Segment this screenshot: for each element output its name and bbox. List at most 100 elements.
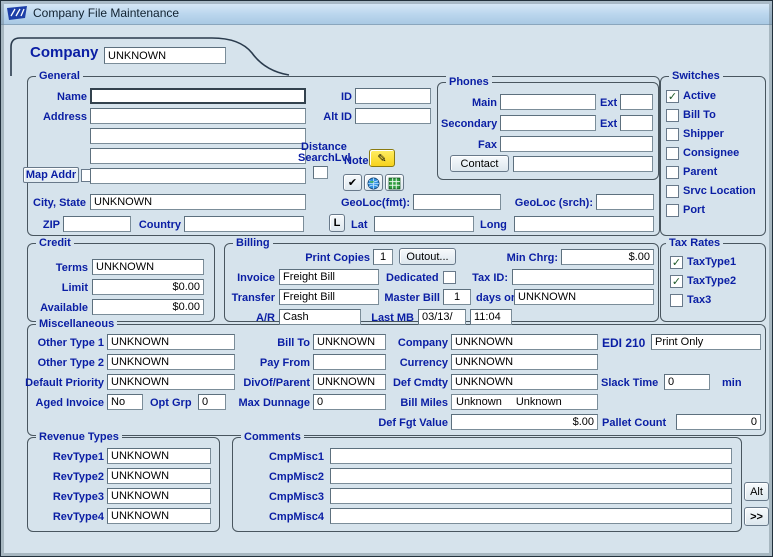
phone-main-input[interactable] [500, 94, 596, 110]
address-input-3[interactable] [90, 148, 306, 164]
globe-icon[interactable] [364, 174, 383, 191]
contact-input[interactable] [513, 156, 653, 172]
last-mb-date[interactable] [418, 309, 466, 325]
divof-parent-input[interactable] [313, 374, 386, 390]
edi210-input[interactable] [651, 334, 761, 350]
grid-map-icon[interactable] [385, 174, 404, 191]
zip-input[interactable] [63, 216, 131, 232]
long-input[interactable] [514, 216, 654, 232]
opt-grp-label: Opt Grp [150, 397, 192, 410]
tax3-checkbox[interactable] [670, 294, 683, 307]
terms-input[interactable] [92, 259, 204, 275]
pallet-count-input[interactable] [676, 414, 761, 430]
company-label: Company [30, 46, 98, 59]
contact-button[interactable]: Contact [450, 155, 509, 172]
switch-consignee-checkbox[interactable] [666, 147, 679, 160]
alt-id-input[interactable] [355, 108, 431, 124]
taxtype1-checkbox[interactable]: ✓ [670, 256, 683, 269]
days-or-input[interactable] [514, 289, 654, 305]
alt-button[interactable]: Alt [744, 482, 769, 501]
pay-from-input[interactable] [313, 354, 386, 370]
ar-label: A/R [241, 312, 275, 325]
revtype1-input[interactable] [107, 448, 211, 464]
max-dunnage-input[interactable] [313, 394, 386, 410]
search-level-input[interactable] [313, 166, 328, 179]
other-type1-input[interactable] [107, 334, 235, 350]
name-input[interactable] [90, 88, 306, 104]
geoloc-fmt-label: GeoLoc(fmt): [328, 197, 410, 210]
limit-label: Limit [28, 282, 88, 295]
switch-shipper-checkbox[interactable] [666, 128, 679, 141]
terms-label: Terms [28, 262, 88, 275]
revtype4-input[interactable] [107, 508, 211, 524]
misc-bill-to-input[interactable] [313, 334, 386, 350]
last-mb-time[interactable] [470, 309, 512, 325]
print-copies-input[interactable] [373, 249, 393, 265]
misc-group-title: Miscellaneous [36, 318, 117, 330]
limit-input[interactable] [92, 279, 204, 295]
taxtype2-checkbox[interactable]: ✓ [670, 275, 683, 288]
min-chrg-label: Min Chrg: [496, 252, 558, 265]
switch-port-checkbox[interactable] [666, 204, 679, 217]
notes-icon[interactable]: ✎ [369, 149, 395, 167]
output-button[interactable]: Outout... [399, 248, 456, 265]
map-addr-button[interactable]: Map Addr [23, 167, 79, 183]
opt-grp-input[interactable] [198, 394, 226, 410]
revtype1-label: RevType1 [28, 451, 104, 464]
tax-id-input[interactable] [512, 269, 654, 285]
cmpmisc3-input[interactable] [330, 488, 732, 504]
cmpmisc4-input[interactable] [330, 508, 732, 524]
switch-parent-checkbox[interactable] [666, 166, 679, 179]
default-priority-label: Default Priority [18, 377, 104, 390]
bill-miles-value-2: Unknown [516, 396, 562, 408]
transfer-input[interactable] [279, 289, 379, 305]
company-input[interactable] [104, 47, 226, 64]
revenue-types-group-title: Revenue Types [36, 431, 122, 443]
def-fgt-value-input[interactable] [451, 414, 598, 430]
min-chrg-input[interactable] [561, 249, 654, 265]
zip-label: ZIP [36, 219, 60, 232]
geoloc-fmt-input[interactable] [413, 194, 501, 210]
aged-invoice-input[interactable] [107, 394, 143, 410]
address-input-1[interactable] [90, 108, 306, 124]
cmpmisc1-input[interactable] [330, 448, 732, 464]
fax-input[interactable] [500, 136, 653, 152]
revtype2-input[interactable] [107, 468, 211, 484]
other-type2-input[interactable] [107, 354, 235, 370]
dedicated-checkbox[interactable] [443, 271, 456, 284]
phone-secondary-ext-input[interactable] [620, 115, 653, 131]
aged-invoice-label: Aged Invoice [26, 397, 104, 410]
slack-time-input[interactable] [664, 374, 710, 390]
locate-button[interactable]: L [329, 214, 345, 232]
available-input[interactable] [92, 299, 204, 315]
verify-icon[interactable]: ✔ [343, 174, 362, 191]
cmpmisc2-input[interactable] [330, 468, 732, 484]
revtype3-input[interactable] [107, 488, 211, 504]
switch-active-checkbox[interactable]: ✓ [666, 90, 679, 103]
taxtype2-label: TaxType2 [687, 275, 736, 288]
default-priority-input[interactable] [107, 374, 235, 390]
currency-input[interactable] [451, 354, 598, 370]
master-bill-input[interactable] [443, 289, 471, 305]
available-label: Available [22, 302, 88, 315]
switch-port-label: Port [683, 204, 705, 217]
phone-secondary-label: Secondary [441, 118, 497, 131]
country-input[interactable] [184, 216, 304, 232]
more-button[interactable]: >> [744, 507, 769, 526]
def-cmdty-input[interactable] [451, 374, 598, 390]
address-input-2[interactable] [90, 128, 306, 144]
misc-company-input[interactable] [451, 334, 598, 350]
phone-main-ext-input[interactable] [620, 94, 653, 110]
bill-miles-value-1: Unknown [456, 396, 502, 408]
geoloc-srch-input[interactable] [596, 194, 654, 210]
lat-input[interactable] [374, 216, 474, 232]
city-state-input[interactable] [90, 194, 306, 210]
dedicated-label: Dedicated [386, 272, 439, 285]
map-addr-input[interactable] [90, 168, 306, 184]
id-input[interactable] [355, 88, 431, 104]
invoice-input[interactable] [279, 269, 379, 285]
switch-bill-to-checkbox[interactable] [666, 109, 679, 122]
switch-srvc-location-checkbox[interactable] [666, 185, 679, 198]
phone-secondary-input[interactable] [500, 115, 596, 131]
ar-input[interactable] [279, 309, 361, 325]
